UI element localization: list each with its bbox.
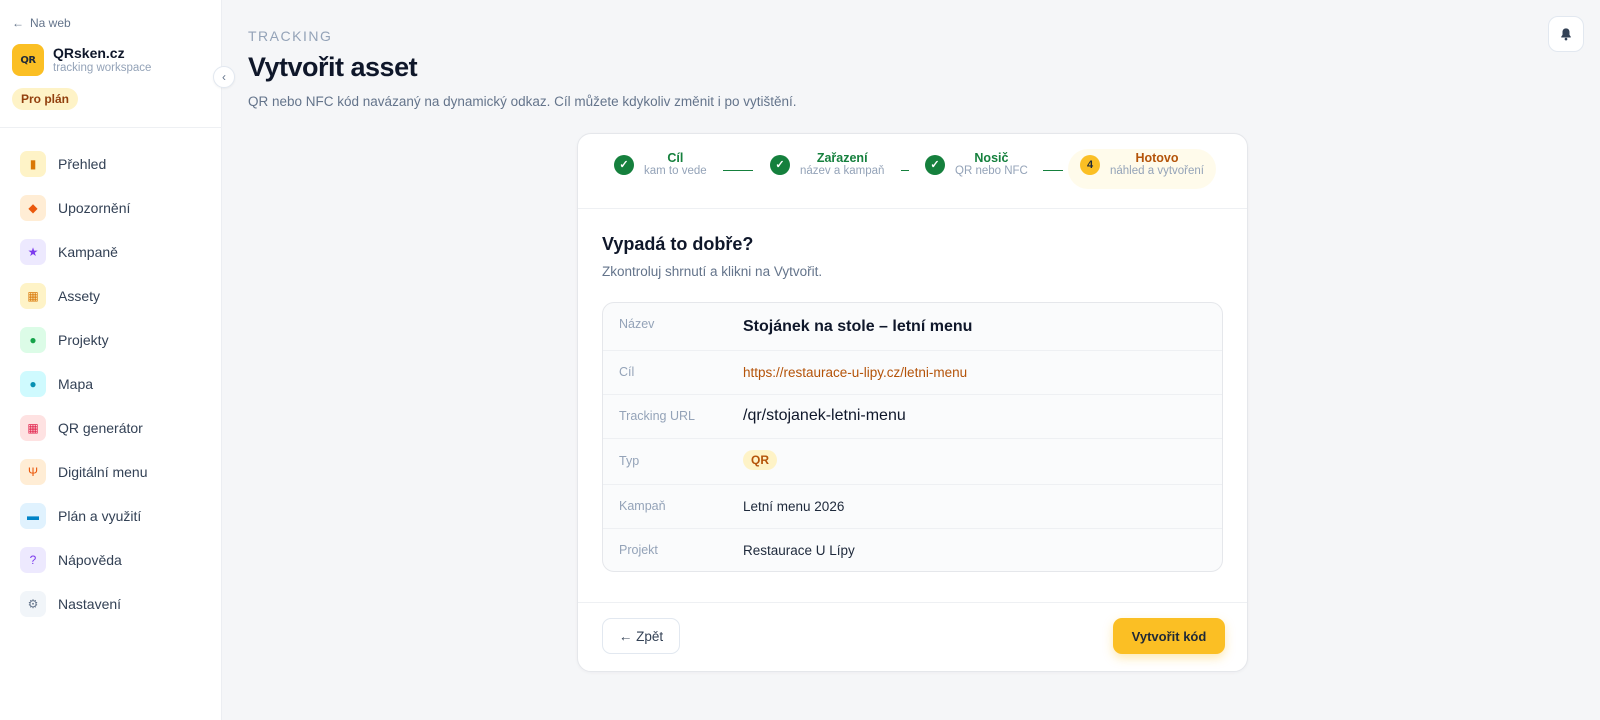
review-subtitle: Zkontroluj shrnutí a klikni na Vytvořit. [602,264,823,279]
qr-logo-icon: QR [12,44,44,76]
gear-icon: ⚙ [20,591,46,617]
check-icon: ✓ [614,154,634,175]
row-value: Letní menu 2026 [743,499,845,514]
sidebar-item-label: Kampaně [58,244,118,260]
sidebar-item-kampaně[interactable]: ★ Kampaně [0,230,222,274]
row-key: Kampaň [619,499,666,513]
summary-row-type: Typ QR [603,439,1222,485]
step-title: Nosič [974,151,1009,165]
logo-text: QR [20,54,36,66]
sidebar-item-qr-generátor[interactable]: ▦ QR generátor [0,406,222,450]
row-key: Cíl [619,365,635,379]
row-key: Název [619,317,655,331]
step-connector [901,170,909,171]
sidebar-item-digitální-menu[interactable]: Ψ Digitální menu [0,450,222,494]
back-to-web-label: Na web [30,16,71,30]
step-cil[interactable]: ✓ Cíl kam to vede [614,151,707,178]
section-label: TRACKING [248,28,333,44]
check-icon: ✓ [925,154,945,175]
sidebar-item-label: Nastavení [58,596,122,612]
users-icon: ● [20,327,46,353]
type-badge: QR [743,450,777,470]
sidebar-item-mapa[interactable]: ● Mapa [0,362,222,406]
step-subtitle: náhled a vytvoření [1110,165,1204,177]
brand[interactable]: QR QRsken.cz tracking workspace [12,44,151,76]
notifications-button[interactable] [1548,16,1584,52]
brand-subtitle: tracking workspace [53,62,152,74]
summary-row-target: Cíl https://restaurace-u-lipy.cz/letni-m… [603,351,1222,395]
sidebar-item-nastavení[interactable]: ⚙ Nastavení [0,582,222,626]
page-title: Vytvořit asset [248,52,418,82]
target-url-link[interactable]: https://restaurace-u-lipy.cz/letni-menu [743,365,967,380]
back-button[interactable]: ← Zpět [602,618,680,654]
sidebar-nav: ▮ Přehled ◆ Upozornění ★ Kampaně ▦ Assety ● Proje… [0,142,222,626]
footer-divider [578,602,1247,603]
qr-grid-icon: ▦ [20,283,46,309]
bell-icon: ◆ [20,195,46,221]
sidebar-item-label: QR generátor [58,420,143,436]
sidebar-item-label: Digitální menu [58,464,148,480]
summary-row-name: Název Stojánek na stole – letní menu [603,303,1222,351]
utensils-icon: Ψ [20,459,46,485]
step-title: Hotovo [1135,151,1179,165]
step-title: Cíl [667,151,684,165]
summary-row-campaign: Kampaň Letní menu 2026 [603,485,1222,529]
sidebar-item-label: Přehled [58,156,107,172]
step-title: Zařazení [816,151,868,165]
summary-table: Název Stojánek na stole – letní menu Cíl… [602,302,1223,572]
sidebar-item-assety[interactable]: ▦ Assety [0,274,222,318]
sidebar-item-label: Projekty [58,332,109,348]
step-zarazeni[interactable]: ✓ Zařazení název a kampaň [770,151,884,178]
sidebar-item-nápověda[interactable]: ? Nápověda [0,538,222,582]
sidebar-item-label: Upozornění [58,200,131,216]
sidebar-divider [0,127,222,128]
stepper: ✓ Cíl kam to vede ✓ Zařazení název a kam… [578,134,1247,209]
page-subtitle: QR nebo NFC kód navázaný na dynamický od… [248,94,797,109]
collapse-sidebar-button[interactable]: ‹ [213,66,235,88]
sidebar-item-label: Mapa [58,376,94,392]
credit-card-icon: ▬ [20,503,46,529]
bell-icon [1561,28,1571,41]
sidebar-item-label: Assety [58,288,101,304]
check-icon: ✓ [770,154,790,175]
sidebar-item-label: Plán a využití [58,508,142,524]
row-key: Tracking URL [619,409,695,423]
sidebar-item-upozornění[interactable]: ◆ Upozornění [0,186,222,230]
sidebar-item-přehled[interactable]: ▮ Přehled [0,142,222,186]
sidebar: ← Na web QR QRsken.cz tracking workspace… [0,0,222,720]
row-value: /qr/stojanek-letni-menu [743,407,906,424]
step-connector [723,170,753,171]
step-subtitle: QR nebo NFC [955,165,1028,177]
chevron-left-icon: ‹ [222,70,226,84]
review-title: Vypadá to dobře? [602,234,754,254]
row-value: Restaurace U Lípy [743,543,855,558]
step-subtitle: název a kampaň [800,165,885,177]
sidebar-item-label: Nápověda [58,552,122,568]
step-number: 4 [1080,154,1100,175]
step-subtitle: kam to vede [644,165,707,177]
map-pin-icon: ● [20,371,46,397]
plan-badge: Pro plán [12,88,79,110]
brand-name: QRsken.cz [53,45,125,61]
row-key: Projekt [619,543,658,557]
step-hotovo[interactable]: 4 Hotovo náhled a vytvoření [1080,151,1204,178]
row-key: Typ [619,454,640,468]
help-icon: ? [20,547,46,573]
sidebar-item-plán-a-využití[interactable]: ▬ Plán a využití [0,494,222,538]
back-to-web-link[interactable]: ← Na web [12,16,71,30]
summary-row-tracking-url: Tracking URL /qr/stojanek-letni-menu [603,395,1222,439]
sidebar-item-projekty[interactable]: ● Projekty [0,318,222,362]
row-value: Stojánek na stole – letní menu [743,318,973,335]
summary-row-project: Projekt Restaurace U Lípy [603,529,1222,571]
bar-chart-icon: ▮ [20,151,46,177]
star-icon: ★ [20,239,46,265]
create-code-button[interactable]: Vytvořit kód [1113,618,1225,654]
create-asset-card: ✓ Cíl kam to vede ✓ Zařazení název a kam… [577,133,1248,672]
arrow-left-icon: ← [12,16,24,30]
step-nosic[interactable]: ✓ Nosič QR nebo NFC [925,151,1028,178]
qr-code-icon: ▦ [20,415,46,441]
step-connector [1043,170,1063,171]
